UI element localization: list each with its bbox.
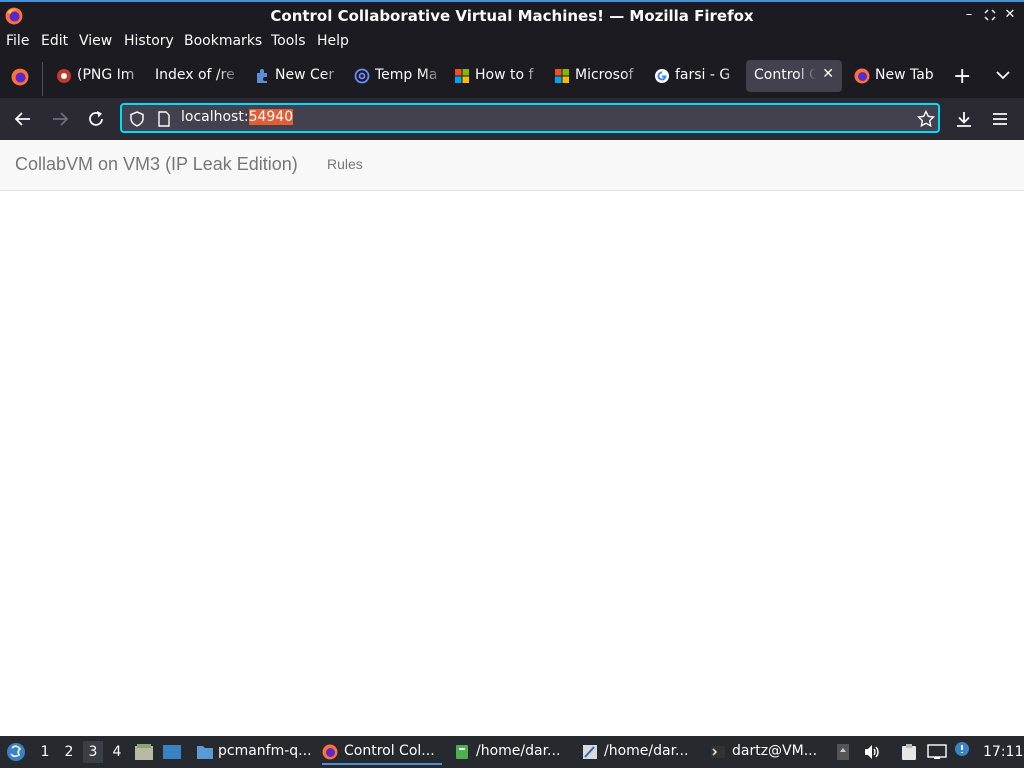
tab-new-cert[interactable]: New Cer [246, 60, 344, 92]
app-menu-icon[interactable] [991, 110, 1009, 128]
maximize-button[interactable] [981, 6, 999, 24]
minimize-button[interactable]: – [960, 6, 978, 24]
tab-control-collabvm[interactable]: Control C ✕ [746, 60, 842, 92]
firefox-icon [854, 68, 870, 84]
start-menu-icon[interactable] [6, 742, 26, 762]
url-bar[interactable]: localhost:54940 [120, 103, 940, 133]
workspace-4[interactable]: 4 [107, 744, 127, 760]
shield-icon[interactable] [129, 111, 145, 127]
desktop-launcher-icon[interactable] [162, 744, 182, 760]
menu-help[interactable]: Help [317, 33, 349, 49]
task-label: dartz@VM... [732, 743, 818, 759]
tab-label: Temp Ma [375, 67, 438, 83]
terminal-icon [711, 746, 725, 758]
menu-file[interactable]: File [6, 33, 29, 49]
at-sign-icon [354, 68, 370, 84]
tray-scroll-icon[interactable] [836, 743, 850, 761]
tab-index-of[interactable]: Index of /re [146, 60, 244, 92]
folder-icon [197, 746, 213, 759]
tab-microsoft[interactable]: Microsof [546, 60, 644, 92]
new-tab-button[interactable]: + [953, 64, 971, 89]
menu-history[interactable]: History [124, 33, 174, 49]
file-manager-launcher-icon[interactable] [134, 743, 154, 761]
tab-new-tab[interactable]: New Tab [846, 60, 944, 92]
tab-label: Microsof [575, 67, 634, 83]
url-host: localhost: [181, 109, 249, 125]
task-pcmanfm[interactable]: pcmanfm-q... [196, 739, 314, 765]
tab-png-image[interactable]: (PNG Im [48, 60, 146, 92]
task-editor[interactable]: /home/dar... [454, 739, 572, 765]
close-button[interactable]: ✕ [1001, 6, 1019, 24]
window-title: Control Collaborative Virtual Machines! … [270, 7, 754, 25]
bookmark-star-icon[interactable] [917, 110, 935, 128]
tab-temp-mail[interactable]: Temp Ma [346, 60, 444, 92]
microsoft-icon [455, 69, 469, 83]
maximize-icon [984, 9, 996, 21]
menu-bookmarks[interactable]: Bookmarks [184, 33, 262, 49]
puzzle-icon [257, 69, 267, 83]
editor-icon [456, 745, 468, 759]
task-label: Control Col... [344, 743, 435, 759]
task-terminal[interactable]: dartz@VM... [710, 739, 828, 765]
list-all-tabs-icon[interactable] [996, 70, 1010, 80]
google-icon [655, 69, 669, 83]
pen-icon [583, 745, 597, 759]
page-content: CollabVM on VM3 (IP Leak Edition) Rules [0, 140, 1024, 735]
tab-bar: (PNG Im Index of /re New Cer Temp Ma How… [0, 54, 1024, 98]
page-navbar: CollabVM on VM3 (IP Leak Edition) Rules [0, 140, 1024, 191]
url-text[interactable]: localhost:54940 [181, 109, 294, 125]
tabbar-divider [42, 62, 43, 96]
update-notification-icon[interactable] [954, 741, 970, 757]
rules-link[interactable]: Rules [327, 156, 363, 172]
clipboard-icon[interactable] [900, 743, 918, 761]
task-label: /home/dar... [476, 743, 561, 759]
network-icon[interactable] [927, 744, 947, 760]
close-tab-icon[interactable]: ✕ [822, 66, 834, 82]
firefox-icon [322, 744, 338, 760]
task-firefox[interactable]: Control Col... [322, 739, 442, 765]
volume-icon[interactable] [863, 744, 881, 760]
task-label: /home/dar... [604, 743, 689, 759]
tab-label: farsi - G [675, 67, 731, 83]
taskbar: 1 2 3 4 pcmanfm-q... Control Col... /hom… [0, 736, 1024, 768]
tab-label: How to f [475, 67, 534, 83]
workspace-1[interactable]: 1 [35, 744, 55, 760]
downloads-icon[interactable] [955, 110, 973, 128]
red-circle-icon [57, 69, 71, 83]
url-port-selected: 54940 [248, 109, 294, 125]
workspace-2[interactable]: 2 [59, 744, 79, 760]
menu-view[interactable]: View [79, 33, 112, 49]
navigation-toolbar: localhost:54940 [0, 98, 1024, 140]
microsoft-icon [555, 69, 569, 83]
tab-label: Control C [754, 67, 816, 83]
menu-bar: File Edit View History Bookmarks Tools H… [0, 30, 1024, 54]
task-text-editor[interactable]: /home/dar... [582, 739, 700, 765]
menu-edit[interactable]: Edit [41, 33, 68, 49]
workspace-3[interactable]: 3 [83, 741, 103, 763]
forward-button[interactable] [51, 110, 69, 128]
firefox-view-icon[interactable] [11, 68, 29, 86]
task-label: pcmanfm-q... [218, 743, 312, 759]
page-icon[interactable] [157, 111, 171, 127]
tab-label: New Cer [275, 67, 335, 83]
tab-label: New Tab [875, 67, 934, 83]
tab-how-to[interactable]: How to f [446, 60, 544, 92]
clock[interactable]: 17:11 [983, 744, 1023, 760]
back-button[interactable] [14, 110, 32, 128]
tab-farsi-google[interactable]: farsi - G [646, 60, 744, 92]
menu-tools[interactable]: Tools [271, 33, 306, 49]
tab-label: (PNG Im [77, 67, 135, 83]
window-titlebar: Control Collaborative Virtual Machines! … [0, 0, 1024, 30]
reload-button[interactable] [87, 110, 105, 128]
tab-label: Index of /re [155, 67, 235, 83]
site-brand[interactable]: CollabVM on VM3 (IP Leak Edition) [15, 154, 298, 175]
